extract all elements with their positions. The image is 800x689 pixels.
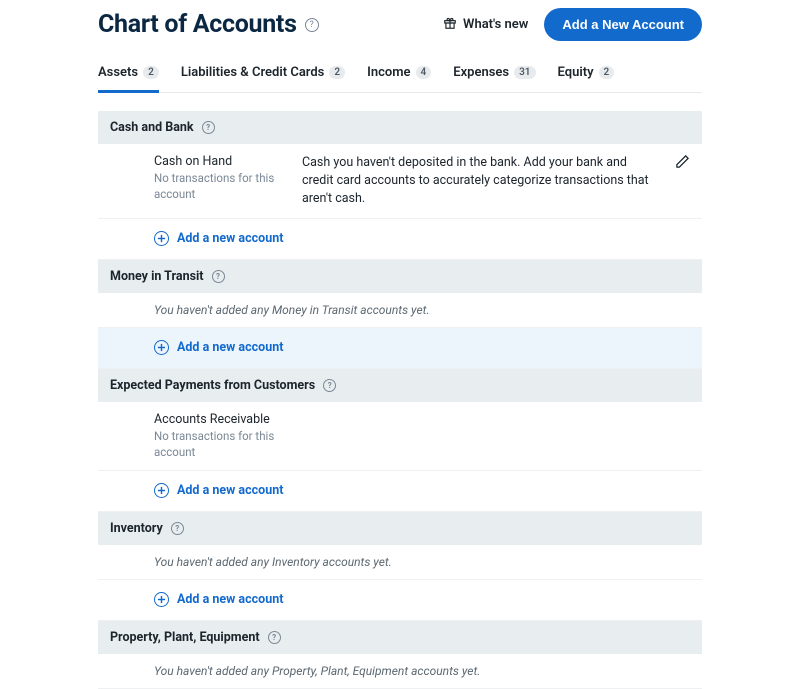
tab-label: Liabilities & Credit Cards [181,65,325,80]
section-header: Inventory? [98,512,702,545]
tab-count-badge: 2 [329,66,345,79]
account-name: Cash on Hand [154,154,302,169]
add-account-link[interactable]: Add a new account [154,340,283,355]
add-account-row: Add a new account [98,471,702,512]
add-account-link[interactable]: Add a new account [154,483,283,498]
empty-message: You haven't added any Property, Plant, E… [98,654,702,689]
section: Cash and Bank? Cash on Hand No transaction… [98,111,702,260]
section-title: Expected Payments from Customers [110,378,315,393]
account-subtext: No transactions for this account [154,171,302,202]
add-account-label: Add a new account [177,231,283,246]
account-name: Accounts Receivable [154,412,302,427]
empty-message: You haven't added any Inventory accounts… [98,545,702,580]
empty-message: You haven't added any Money in Transit a… [98,293,702,328]
help-icon[interactable]: ? [268,631,281,644]
page-title: Chart of Accounts [98,10,297,39]
edit-icon[interactable] [675,154,690,173]
section-header: Expected Payments from Customers? [98,369,702,402]
tab-label: Equity [558,65,594,80]
plus-circle-icon [154,592,169,607]
tab-income[interactable]: Income 4 [367,65,431,93]
tab-count-badge: 31 [514,66,535,79]
page-header: Chart of Accounts ? What's new Add a New… [98,8,702,41]
add-account-row: Add a new account [98,580,702,621]
add-account-row: Add a new account [98,328,702,369]
tab-expenses[interactable]: Expenses 31 [453,65,535,93]
plus-circle-icon [154,483,169,498]
account-subtext: No transactions for this account [154,429,302,460]
help-icon[interactable]: ? [171,522,184,535]
add-account-row: Add a new account [98,219,702,260]
section-title: Cash and Bank [110,120,194,135]
tab-count-badge: 4 [416,66,432,79]
gift-icon [443,16,457,34]
account-row: Accounts Receivable No transactions for t… [98,402,702,471]
help-icon[interactable]: ? [305,18,319,32]
tab-count-badge: 2 [143,66,159,79]
help-icon[interactable]: ? [202,121,215,134]
section-title: Money in Transit [110,269,204,284]
add-account-label: Add a new account [177,340,283,355]
tabs: Assets 2 Liabilities & Credit Cards 2 Income… [98,65,702,93]
section-header: Cash and Bank? [98,111,702,144]
add-account-label: Add a new account [177,592,283,607]
section-title: Property, Plant, Equipment [110,630,260,645]
tab-label: Income [367,65,410,80]
section: Property, Plant, Equipment?You haven't a… [98,621,702,689]
whats-new-label: What's new [463,17,528,32]
tab-label: Expenses [453,65,509,80]
section: Expected Payments from Customers?Account… [98,369,702,512]
add-account-label: Add a new account [177,483,283,498]
section: Money in Transit?You haven't added any M… [98,260,702,369]
plus-circle-icon [154,231,169,246]
account-description: Cash you haven't deposited in the bank. … [302,154,652,208]
tab-liabilities-credit-cards[interactable]: Liabilities & Credit Cards 2 [181,65,345,93]
account-row: Cash on Hand No transactions for this acc… [98,144,702,219]
tab-label: Assets [98,65,138,80]
plus-circle-icon [154,340,169,355]
tab-equity[interactable]: Equity 2 [558,65,615,93]
help-icon[interactable]: ? [212,270,225,283]
section: Inventory?You haven't added any Inventor… [98,512,702,621]
section-header: Property, Plant, Equipment? [98,621,702,654]
tab-assets[interactable]: Assets 2 [98,65,159,93]
add-account-button[interactable]: Add a New Account [544,8,702,41]
whats-new-link[interactable]: What's new [443,16,528,34]
add-account-link[interactable]: Add a new account [154,592,283,607]
add-account-link[interactable]: Add a new account [154,231,283,246]
tab-count-badge: 2 [599,66,615,79]
section-title: Inventory [110,521,163,536]
help-icon[interactable]: ? [323,379,336,392]
section-header: Money in Transit? [98,260,702,293]
